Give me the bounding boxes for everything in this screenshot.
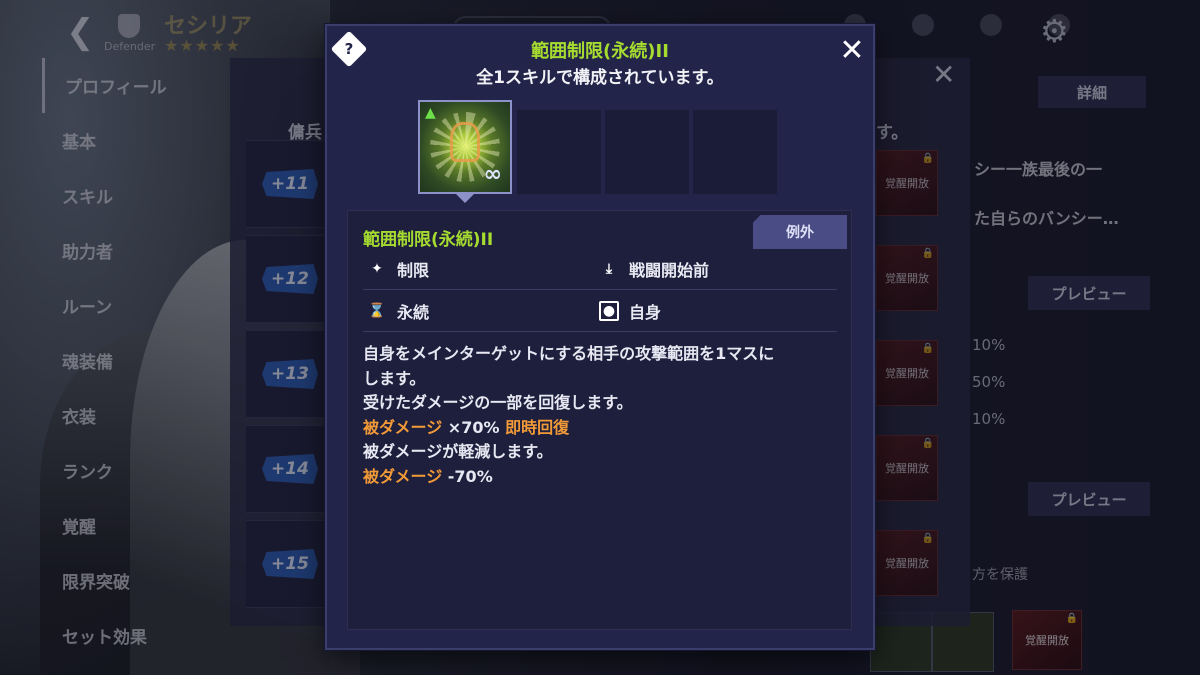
popup-title: 範囲制限(永続)II (531, 41, 669, 62)
attribute-timing: ⤓ 戦闘開始前 (599, 257, 709, 281)
description-line: 被ダメージ -70% (363, 465, 843, 490)
description-line: 被ダメージ ×70% 即時回復 (363, 416, 843, 441)
skill-description: 自身をメインターゲットにする相手の攻撃範囲を1マスに します。 受けたダメージの… (363, 342, 843, 489)
upgrade-arrow-icon: ▲ (425, 105, 436, 121)
skill-slot-empty[interactable] (605, 110, 689, 194)
attribute-timing-label: 戦闘開始前 (629, 261, 710, 280)
infinity-icon: ∞ (483, 162, 502, 187)
highlight-text: 被ダメージ (363, 417, 443, 437)
attribute-type-label: 制限 (397, 261, 430, 280)
restrict-icon: ✦ (371, 261, 383, 277)
description-line: 受けたダメージの一部を回復します。 (363, 393, 633, 412)
description-line: します。 (363, 368, 426, 388)
attribute-target-label: 自身 (629, 303, 662, 322)
close-button[interactable]: ✕ (834, 32, 870, 68)
hourglass-icon: ⌛ (368, 303, 386, 319)
highlight-text: 被ダメージ (363, 466, 443, 486)
skill-slot-empty[interactable] (693, 110, 777, 194)
attribute-target: ● 自身 (599, 299, 661, 323)
selection-pointer (456, 194, 474, 203)
value-text: -70% (447, 466, 493, 486)
highlight-text: 即時回復 (505, 417, 570, 437)
attribute-duration: ⌛ 永続 (367, 299, 429, 323)
battle-start-icon: ⤓ (605, 261, 613, 277)
value-text: ×70% (447, 417, 500, 437)
skill-name: 範囲制限(永続)II (363, 230, 494, 250)
description-line: 被ダメージが軽減します。 (363, 442, 553, 461)
attribute-row: ✦ 制限 ⤓ 戦闘開始前 (363, 248, 837, 290)
attribute-row: ⌛ 永続 ● 自身 (363, 290, 837, 332)
attribute-duration-label: 永続 (397, 303, 430, 322)
attribute-type: ✦ 制限 (367, 257, 429, 281)
game-screen: ❮ Defender セシリア ★★★★★ ⚙ プロフィール 基本 スキル 助力… (0, 0, 1200, 675)
skill-slot-empty[interactable] (517, 110, 601, 194)
description-line: 自身をメインターゲットにする相手の攻撃範囲を1マスに (363, 344, 775, 363)
skill-slot-selected[interactable]: ▲ ∞ (418, 100, 512, 194)
self-target-icon: ● (599, 301, 619, 321)
exception-tag: 例外 (753, 215, 847, 249)
popup-subtitle: 全1スキルで構成されています。 (476, 68, 724, 88)
skill-emblem-icon (450, 122, 480, 162)
